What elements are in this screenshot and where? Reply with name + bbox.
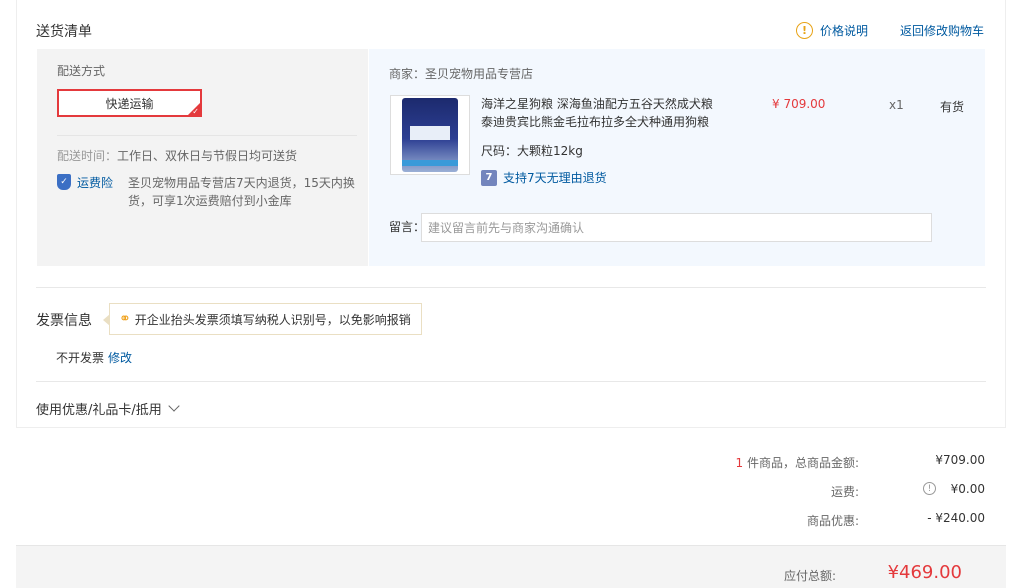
divider (36, 381, 986, 382)
message-label: 留言： (389, 220, 426, 234)
total-bar: 应付总额: ¥469.00 (16, 545, 1006, 588)
stock-status: 有货 (940, 100, 965, 114)
freight-insurance-link[interactable]: 运费险 (77, 174, 113, 191)
delivery-time-label: 配送时间： (57, 149, 118, 163)
shield-icon: ✓ (57, 174, 71, 190)
warning-icon: ! (796, 22, 813, 39)
product-image[interactable] (390, 95, 470, 175)
return-policy[interactable]: 7 支持7天无理由退货 (481, 169, 607, 186)
divider (57, 135, 357, 136)
delivery-time-value: 工作日、双休日与节假日均可送货 (117, 149, 298, 163)
lightbulb-icon: ⚭ (119, 311, 131, 327)
page-title: 送货清单 (36, 24, 92, 40)
coupon-toggle[interactable]: 使用优惠/礼品卡/抵用 (36, 399, 180, 418)
freight-insurance[interactable]: ✓ 运费险 (57, 174, 113, 191)
goods-total-label: 件商品，总商品金额: (743, 456, 859, 470)
payable-label: 应付总额: (783, 569, 836, 583)
shipping-option-express[interactable]: 快递运输 ✓ (57, 89, 202, 117)
discount-label: 商品优惠: (806, 514, 859, 528)
return-policy-label: 支持7天无理由退货 (503, 171, 607, 185)
discount-value: - ¥240.00 (927, 511, 985, 525)
freight-value: ¥0.00 (950, 482, 985, 496)
invoice-tip-text: 开企业抬头发票须填写纳税人识别号，以免影响报销 (134, 312, 411, 327)
shop-name: 商家：圣贝宠物用品专营店 (389, 67, 534, 81)
shipping-method-label: 配送方式 (57, 64, 106, 78)
check-icon: ✓ (192, 107, 199, 116)
freight-insurance-description: 圣贝宠物用品专营店7天内退货，15天内换货，可享1次运费赔付到小金库 (128, 176, 355, 208)
delivery-time: 配送时间：工作日、双休日与节假日均可送货 (57, 147, 297, 164)
invoice-tip: ⚭ 开企业抬头发票须填写纳税人识别号，以免影响报销 (103, 303, 422, 335)
product-spec: 尺码：大颗粒12kg (481, 144, 583, 158)
freight-label: 运费: (830, 485, 859, 499)
product-title-link[interactable]: 海洋之星狗粮 深海鱼油配方五谷天然成犬粮 泰迪贵宾比熊金毛拉布拉多全犬种通用狗粮 (481, 95, 721, 131)
info-icon[interactable]: ! (923, 482, 936, 495)
invoice-setting: 不开发票 修改 (56, 349, 132, 366)
goods-total-value: ¥709.00 (935, 453, 985, 467)
divider (36, 287, 986, 288)
coupon-toggle-label: 使用优惠/礼品卡/抵用 (36, 403, 162, 418)
price-note-label: 价格说明 (820, 24, 869, 38)
seven-day-return-icon: 7 (481, 169, 497, 186)
product-quantity: x1 (889, 98, 904, 112)
payable-value: ¥469.00 (887, 562, 962, 583)
shipping-panel: 配送方式 快递运输 ✓ 配送时间：工作日、双休日与节假日均可送货 ✓ 运费险 圣… (37, 49, 368, 266)
product-price: ¥ 709.00 (772, 97, 826, 111)
chevron-down-icon (168, 400, 180, 412)
shipping-option-label: 快递运输 (105, 96, 154, 111)
dog-food-bag-image (402, 98, 458, 172)
price-note-link[interactable]: ! 价格说明 (796, 22, 868, 39)
message-input[interactable] (421, 213, 932, 242)
back-to-cart-link[interactable]: 返回修改购物车 (900, 22, 984, 39)
invoice-edit-link[interactable]: 修改 (108, 351, 132, 365)
goods-count-label: 1 件商品，总商品金额: (736, 454, 860, 471)
goods-panel: 商家：圣贝宠物用品专营店 海洋之星狗粮 深海鱼油配方五谷天然成犬粮 泰迪贵宾比熊… (369, 49, 985, 266)
invoice-title: 发票信息 (36, 313, 92, 329)
item-count: 1 (735, 456, 744, 470)
invoice-value: 不开发票 (56, 351, 105, 365)
